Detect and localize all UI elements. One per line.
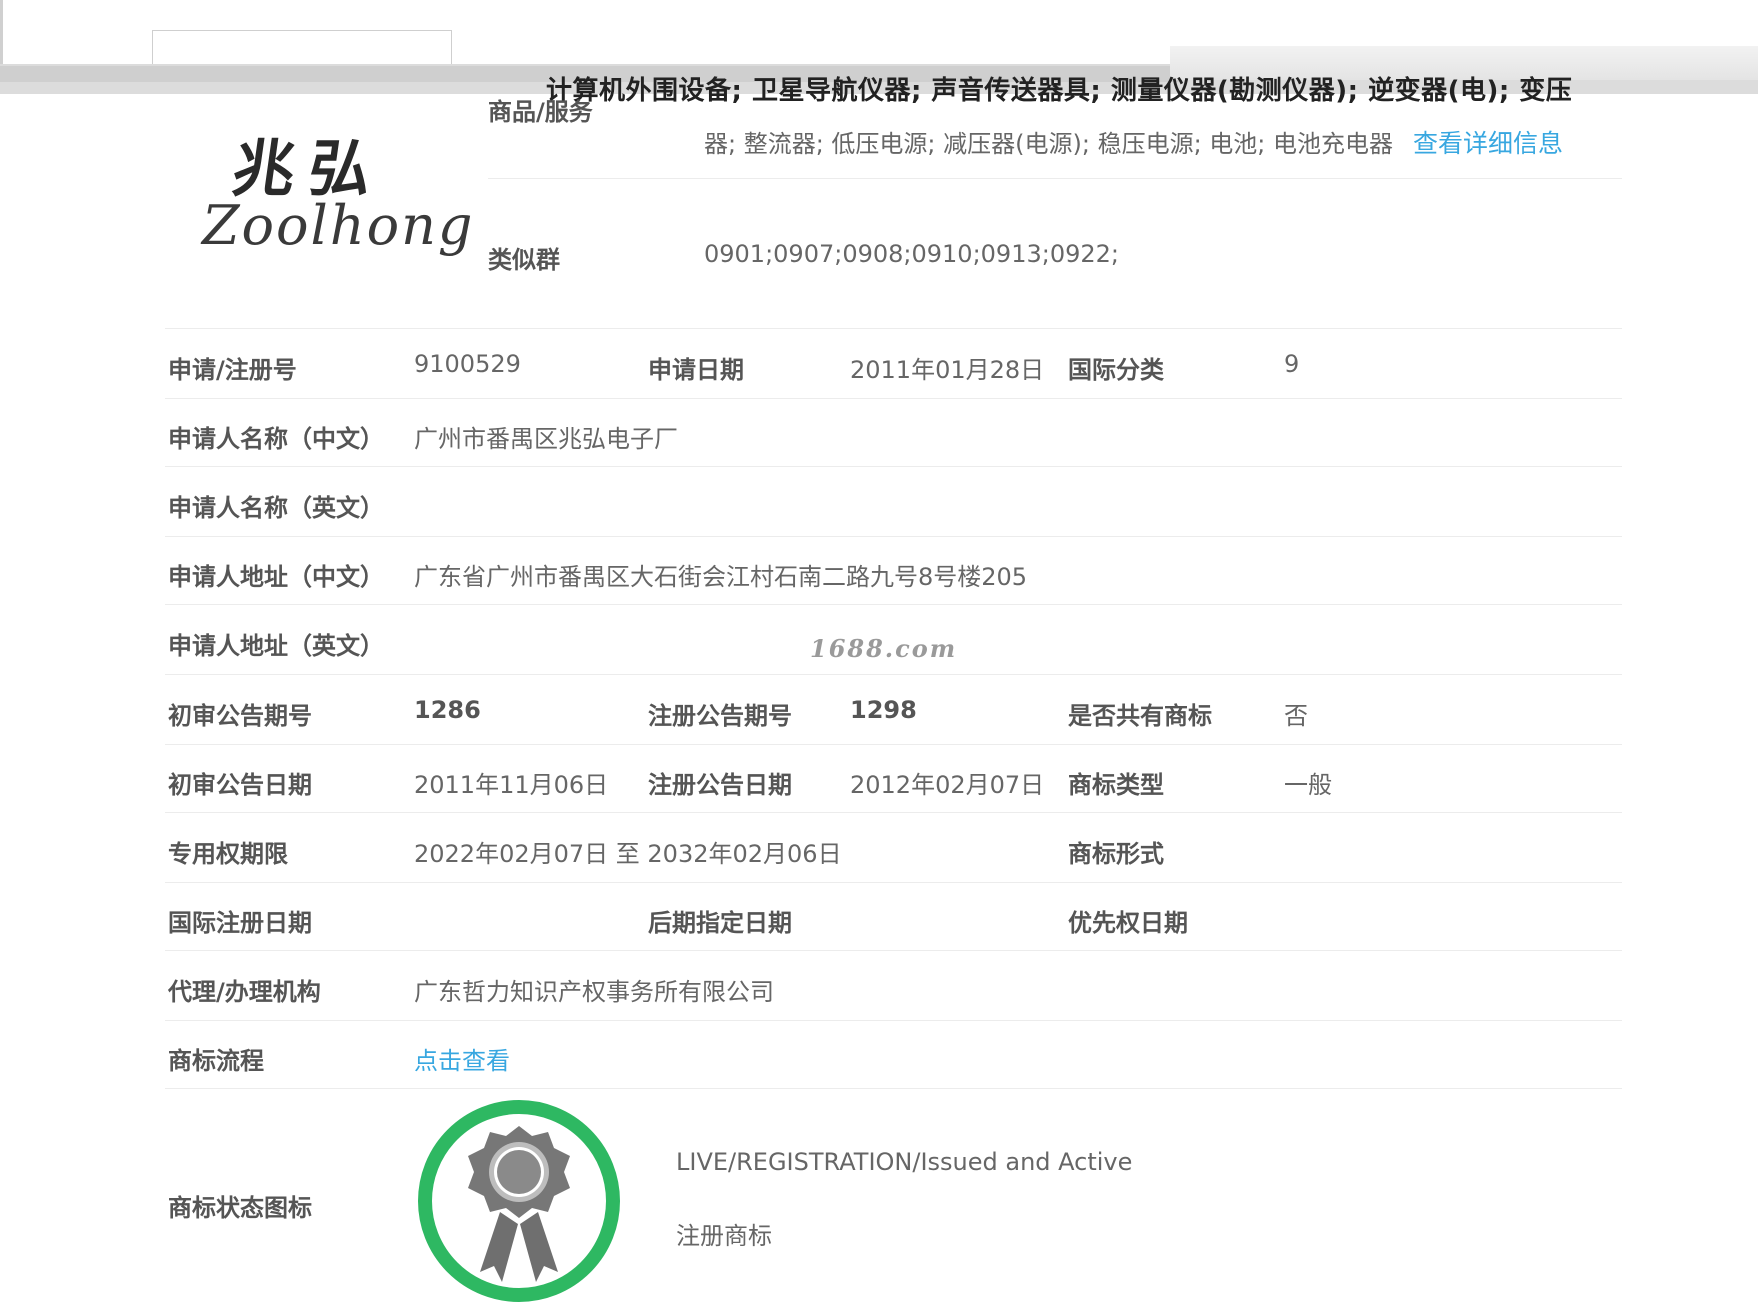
- apply-date-value: 2011年01月28日: [850, 356, 1045, 384]
- prelim-date-label: 初审公告日期: [168, 771, 312, 799]
- similar-group-label: 类似群: [488, 246, 560, 274]
- address-en-label: 申请人地址（英文）: [168, 632, 384, 660]
- address-cn-label: 申请人地址（中文）: [168, 563, 384, 591]
- agency-label: 代理/办理机构: [168, 978, 321, 1006]
- logo-english: Zoolhong: [202, 194, 475, 257]
- priority-date-label: 优先权日期: [1068, 909, 1188, 937]
- goods-label: 商品/服务: [488, 98, 593, 126]
- divider: [165, 812, 1622, 813]
- status-text-cn: 注册商标: [676, 1222, 772, 1250]
- applicant-cn-value: 广州市番禺区兆弘电子厂: [414, 425, 678, 453]
- glitch-box: [152, 30, 452, 65]
- reg-date-label: 注册公告日期: [648, 771, 792, 799]
- divider: [165, 328, 1622, 329]
- divider: [165, 398, 1622, 399]
- reg-no-label: 申请/注册号: [168, 356, 297, 384]
- apply-date-label: 申请日期: [648, 356, 744, 384]
- prelim-issue-value: 1286: [414, 696, 481, 724]
- watermark: 1688.com: [810, 634, 958, 663]
- goods-line2: 器; 整流器; 低压电源; 减压器(电源); 稳压电源; 电池; 电池充电器: [704, 130, 1394, 158]
- intl-class-label: 国际分类: [1068, 356, 1164, 384]
- divider: [165, 1020, 1622, 1021]
- mark-form-label: 商标形式: [1068, 840, 1164, 868]
- registered-badge-icon: [418, 1100, 620, 1302]
- intl-reg-date-label: 国际注册日期: [168, 909, 312, 937]
- agency-value: 广东哲力知识产权事务所有限公司: [414, 978, 774, 1006]
- view-details-link[interactable]: 查看详细信息: [1413, 124, 1563, 160]
- intl-class-value: 9: [1284, 350, 1300, 378]
- applicant-cn-label: 申请人名称（中文）: [168, 425, 384, 453]
- applicant-en-label: 申请人名称（英文）: [168, 494, 384, 522]
- view-flow-link[interactable]: 点击查看: [414, 1041, 510, 1076]
- reg-no-value: 9100529: [414, 350, 521, 378]
- shared-mark-value: 否: [1284, 702, 1308, 730]
- divider: [488, 178, 1622, 179]
- status-text-en: LIVE/REGISTRATION/Issued and Active: [676, 1148, 1133, 1176]
- divider: [165, 674, 1622, 675]
- validity-value: 2022年02月07日 至 2032年02月06日: [414, 840, 842, 868]
- trademark-logo: 兆弘 Zoolhong: [196, 118, 472, 268]
- status-icon-label: 商标状态图标: [168, 1194, 312, 1222]
- address-cn-value: 广东省广州市番禺区大石街会江村石南二路九号8号楼205: [414, 563, 1028, 591]
- left-edge-strip: [0, 0, 3, 66]
- divider: [165, 882, 1622, 883]
- mark-type-value: 一般: [1284, 771, 1332, 799]
- prelim-date-value: 2011年11月06日: [414, 771, 609, 799]
- similar-group-value: 0901;0907;0908;0910;0913;0922;: [704, 240, 1119, 268]
- divider: [165, 536, 1622, 537]
- mark-type-label: 商标类型: [1068, 771, 1164, 799]
- reg-issue-label: 注册公告期号: [648, 702, 792, 730]
- goods-line1: 计算机外围设备; 卫星导航仪器; 声音传送器具; 测量仪器(勘测仪器); 逆变器…: [546, 76, 1573, 106]
- flow-label: 商标流程: [168, 1047, 264, 1075]
- reg-date-value: 2012年02月07日: [850, 771, 1045, 799]
- reg-issue-value: 1298: [850, 696, 917, 724]
- validity-label: 专用权期限: [168, 840, 288, 868]
- divider: [165, 744, 1622, 745]
- shared-mark-label: 是否共有商标: [1068, 702, 1212, 730]
- divider: [165, 604, 1622, 605]
- divider: [165, 1088, 1622, 1089]
- divider: [165, 950, 1622, 951]
- divider: [165, 466, 1622, 467]
- later-designation-label: 后期指定日期: [648, 909, 792, 937]
- prelim-issue-label: 初审公告期号: [168, 702, 312, 730]
